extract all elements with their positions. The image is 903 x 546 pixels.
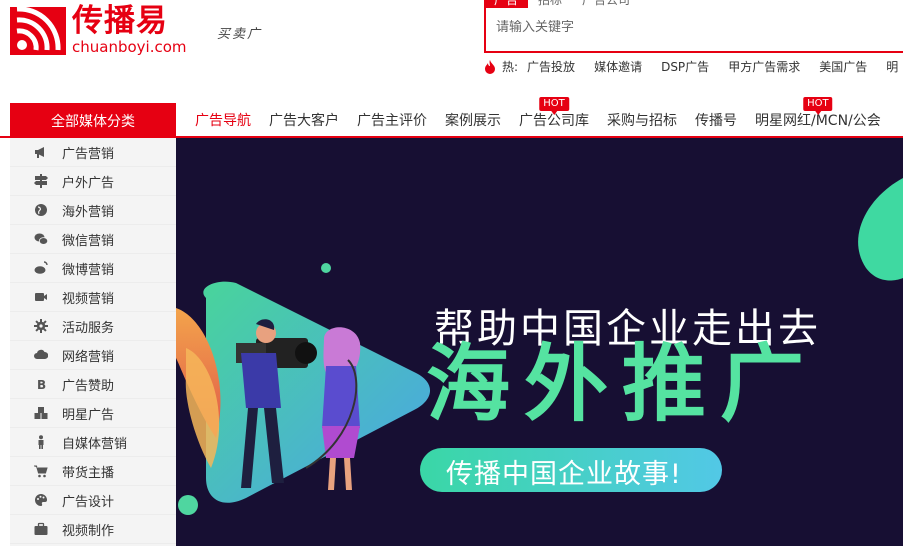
- sidebar-item[interactable]: 广告设计: [10, 486, 176, 515]
- logo-cn-text: 传播易: [72, 3, 168, 39]
- all-categories-button[interactable]: 全部媒体分类: [10, 103, 176, 138]
- hot-link[interactable]: 广告投放: [527, 58, 575, 75]
- fire-icon: [485, 59, 495, 74]
- hot-link[interactable]: 媒体邀请: [594, 58, 642, 75]
- nav-item-label: 采购与招标: [607, 112, 677, 129]
- sidebar-item[interactable]: 明星广告: [10, 399, 176, 428]
- nav-item[interactable]: 案例展示: [436, 110, 510, 130]
- nav-item[interactable]: 明星网红/MCN/公会 HOT: [746, 96, 890, 130]
- nav-item-label: 广告公司库: [519, 112, 589, 129]
- hot-badge: HOT: [539, 96, 569, 115]
- nav-item-label: 明星网红/MCN/公会: [755, 112, 881, 129]
- sidebar-item[interactable]: 带货主播: [10, 457, 176, 486]
- cubes-icon: [34, 406, 48, 420]
- sidebar-item-label: 视频制作: [62, 523, 115, 539]
- sidebar-item-label: 广告营销: [62, 146, 115, 162]
- nav-item[interactable]: 广告主评价: [348, 110, 436, 130]
- slogan: 买卖广: [217, 27, 263, 42]
- sidebar-item[interactable]: 户外广告: [10, 167, 176, 196]
- hot-link[interactable]: 甲方广告需求: [728, 58, 800, 75]
- hot-link[interactable]: 明: [886, 58, 898, 75]
- sidebar-item[interactable]: 视频制作: [10, 515, 176, 544]
- sidebar-item-label: 广告赞助: [62, 378, 115, 394]
- hot-link[interactable]: DSP广告: [661, 58, 709, 75]
- nav-item[interactable]: 传播号: [686, 110, 746, 130]
- banner-pill-text: 传播中国企业故事!: [446, 459, 682, 490]
- sidebar-item[interactable]: 微博营销: [10, 254, 176, 283]
- gear-icon: [34, 319, 48, 333]
- nav-item-label: 广告大客户: [269, 112, 339, 129]
- sidebar-item[interactable]: 微信营销: [10, 225, 176, 254]
- hero-banner[interactable]: 帮助中国企业走出去 海外推广 传播中国企业故事!: [176, 138, 903, 546]
- bitcoin-icon: B: [34, 377, 48, 391]
- search-tab-agency[interactable]: 广告公司: [572, 0, 640, 8]
- site-logo[interactable]: 传播易 chuanboyi.com: [10, 6, 187, 55]
- sidebar-item-label: 明星广告: [62, 407, 115, 423]
- rss-logo-icon: [10, 6, 66, 55]
- nav-item-label: 广告导航: [195, 112, 251, 129]
- sidebar-item-label: 户外广告: [62, 175, 115, 191]
- weibo-icon: [34, 261, 48, 275]
- megaphone-icon: [34, 145, 48, 159]
- sidebar-item-label: 活动服务: [62, 320, 115, 336]
- palette-icon: [34, 493, 48, 507]
- cloud-icon: [34, 348, 48, 362]
- sidebar-item[interactable]: 活动服务: [10, 312, 176, 341]
- hot-link[interactable]: 美国广告: [819, 58, 867, 75]
- sidebar-item-label: 带货主播: [62, 465, 115, 481]
- search-tab-ad[interactable]: 广告: [484, 0, 529, 8]
- signpost-icon: [34, 174, 48, 188]
- nav-item-label: 传播号: [695, 112, 737, 129]
- sidebar-item-label: 微信营销: [62, 233, 115, 249]
- sidebar-item[interactable]: 视频营销: [10, 283, 176, 312]
- nav-item-label: 案例展示: [445, 112, 501, 129]
- sidebar-item[interactable]: B 广告赞助: [10, 370, 176, 399]
- nav-item[interactable]: 采购与招标: [598, 110, 686, 130]
- cart-icon: [34, 464, 48, 478]
- search-tabs: 广告 招标 广告公司: [484, 0, 640, 8]
- video-camera-icon: [34, 290, 48, 304]
- hot-keywords: 热: 广告投放 媒体邀请 DSP广告 甲方广告需求 美国广告 明: [484, 58, 903, 75]
- hot-label: 热:: [502, 60, 519, 74]
- nav-item[interactable]: 广告导航: [186, 110, 260, 130]
- sidebar-item[interactable]: 自媒体营销: [10, 428, 176, 457]
- nav-items: 广告导航 广告大客户 广告主评价 案例展示 广告公司库 HOT 采购与招标 传播号 明星网红/M…: [186, 96, 890, 136]
- category-sidebar: 广告营销户外广告海外营销微信营销微博营销视频营销活动服务网络营销 B 广告赞助明星广…: [10, 138, 176, 546]
- sidebar-item-label: 视频营销: [62, 291, 115, 307]
- search-input[interactable]: [496, 20, 856, 35]
- nav-item[interactable]: 广告大客户: [260, 110, 348, 130]
- sidebar-item[interactable]: 广告营销: [10, 138, 176, 167]
- site-header: 传播易 chuanboyi.com 买卖广 广告 招标 广告公司 热: 广告投放…: [0, 0, 903, 100]
- sidebar-item-label: 广告设计: [62, 494, 115, 510]
- sidebar-item-label: 海外营销: [62, 204, 115, 220]
- globe-icon: [34, 203, 48, 217]
- person-icon: [34, 435, 48, 449]
- nav-item-label: 广告主评价: [357, 112, 427, 129]
- briefcase-icon: [34, 522, 48, 536]
- hot-badge: HOT: [803, 96, 833, 115]
- wechat-icon: [34, 232, 48, 246]
- sidebar-item-label: 微博营销: [62, 262, 115, 278]
- nav-item[interactable]: 广告公司库 HOT: [510, 96, 598, 130]
- sidebar-item-label: 网络营销: [62, 349, 115, 365]
- logo-en-text: chuanboyi.com: [72, 38, 187, 56]
- search-tab-bid[interactable]: 招标: [528, 0, 572, 8]
- search-box: [484, 8, 903, 53]
- banner-title: 海外推广: [426, 335, 819, 433]
- sidebar-item[interactable]: 网络营销: [10, 341, 176, 370]
- sidebar-item-label: 自媒体营销: [62, 436, 128, 452]
- svg-text:B: B: [37, 378, 46, 391]
- sidebar-item[interactable]: 海外营销: [10, 196, 176, 225]
- main-nav: 全部媒体分类 广告导航 广告大客户 广告主评价 案例展示 广告公司库 HOT 采购与招标 传播…: [0, 96, 903, 138]
